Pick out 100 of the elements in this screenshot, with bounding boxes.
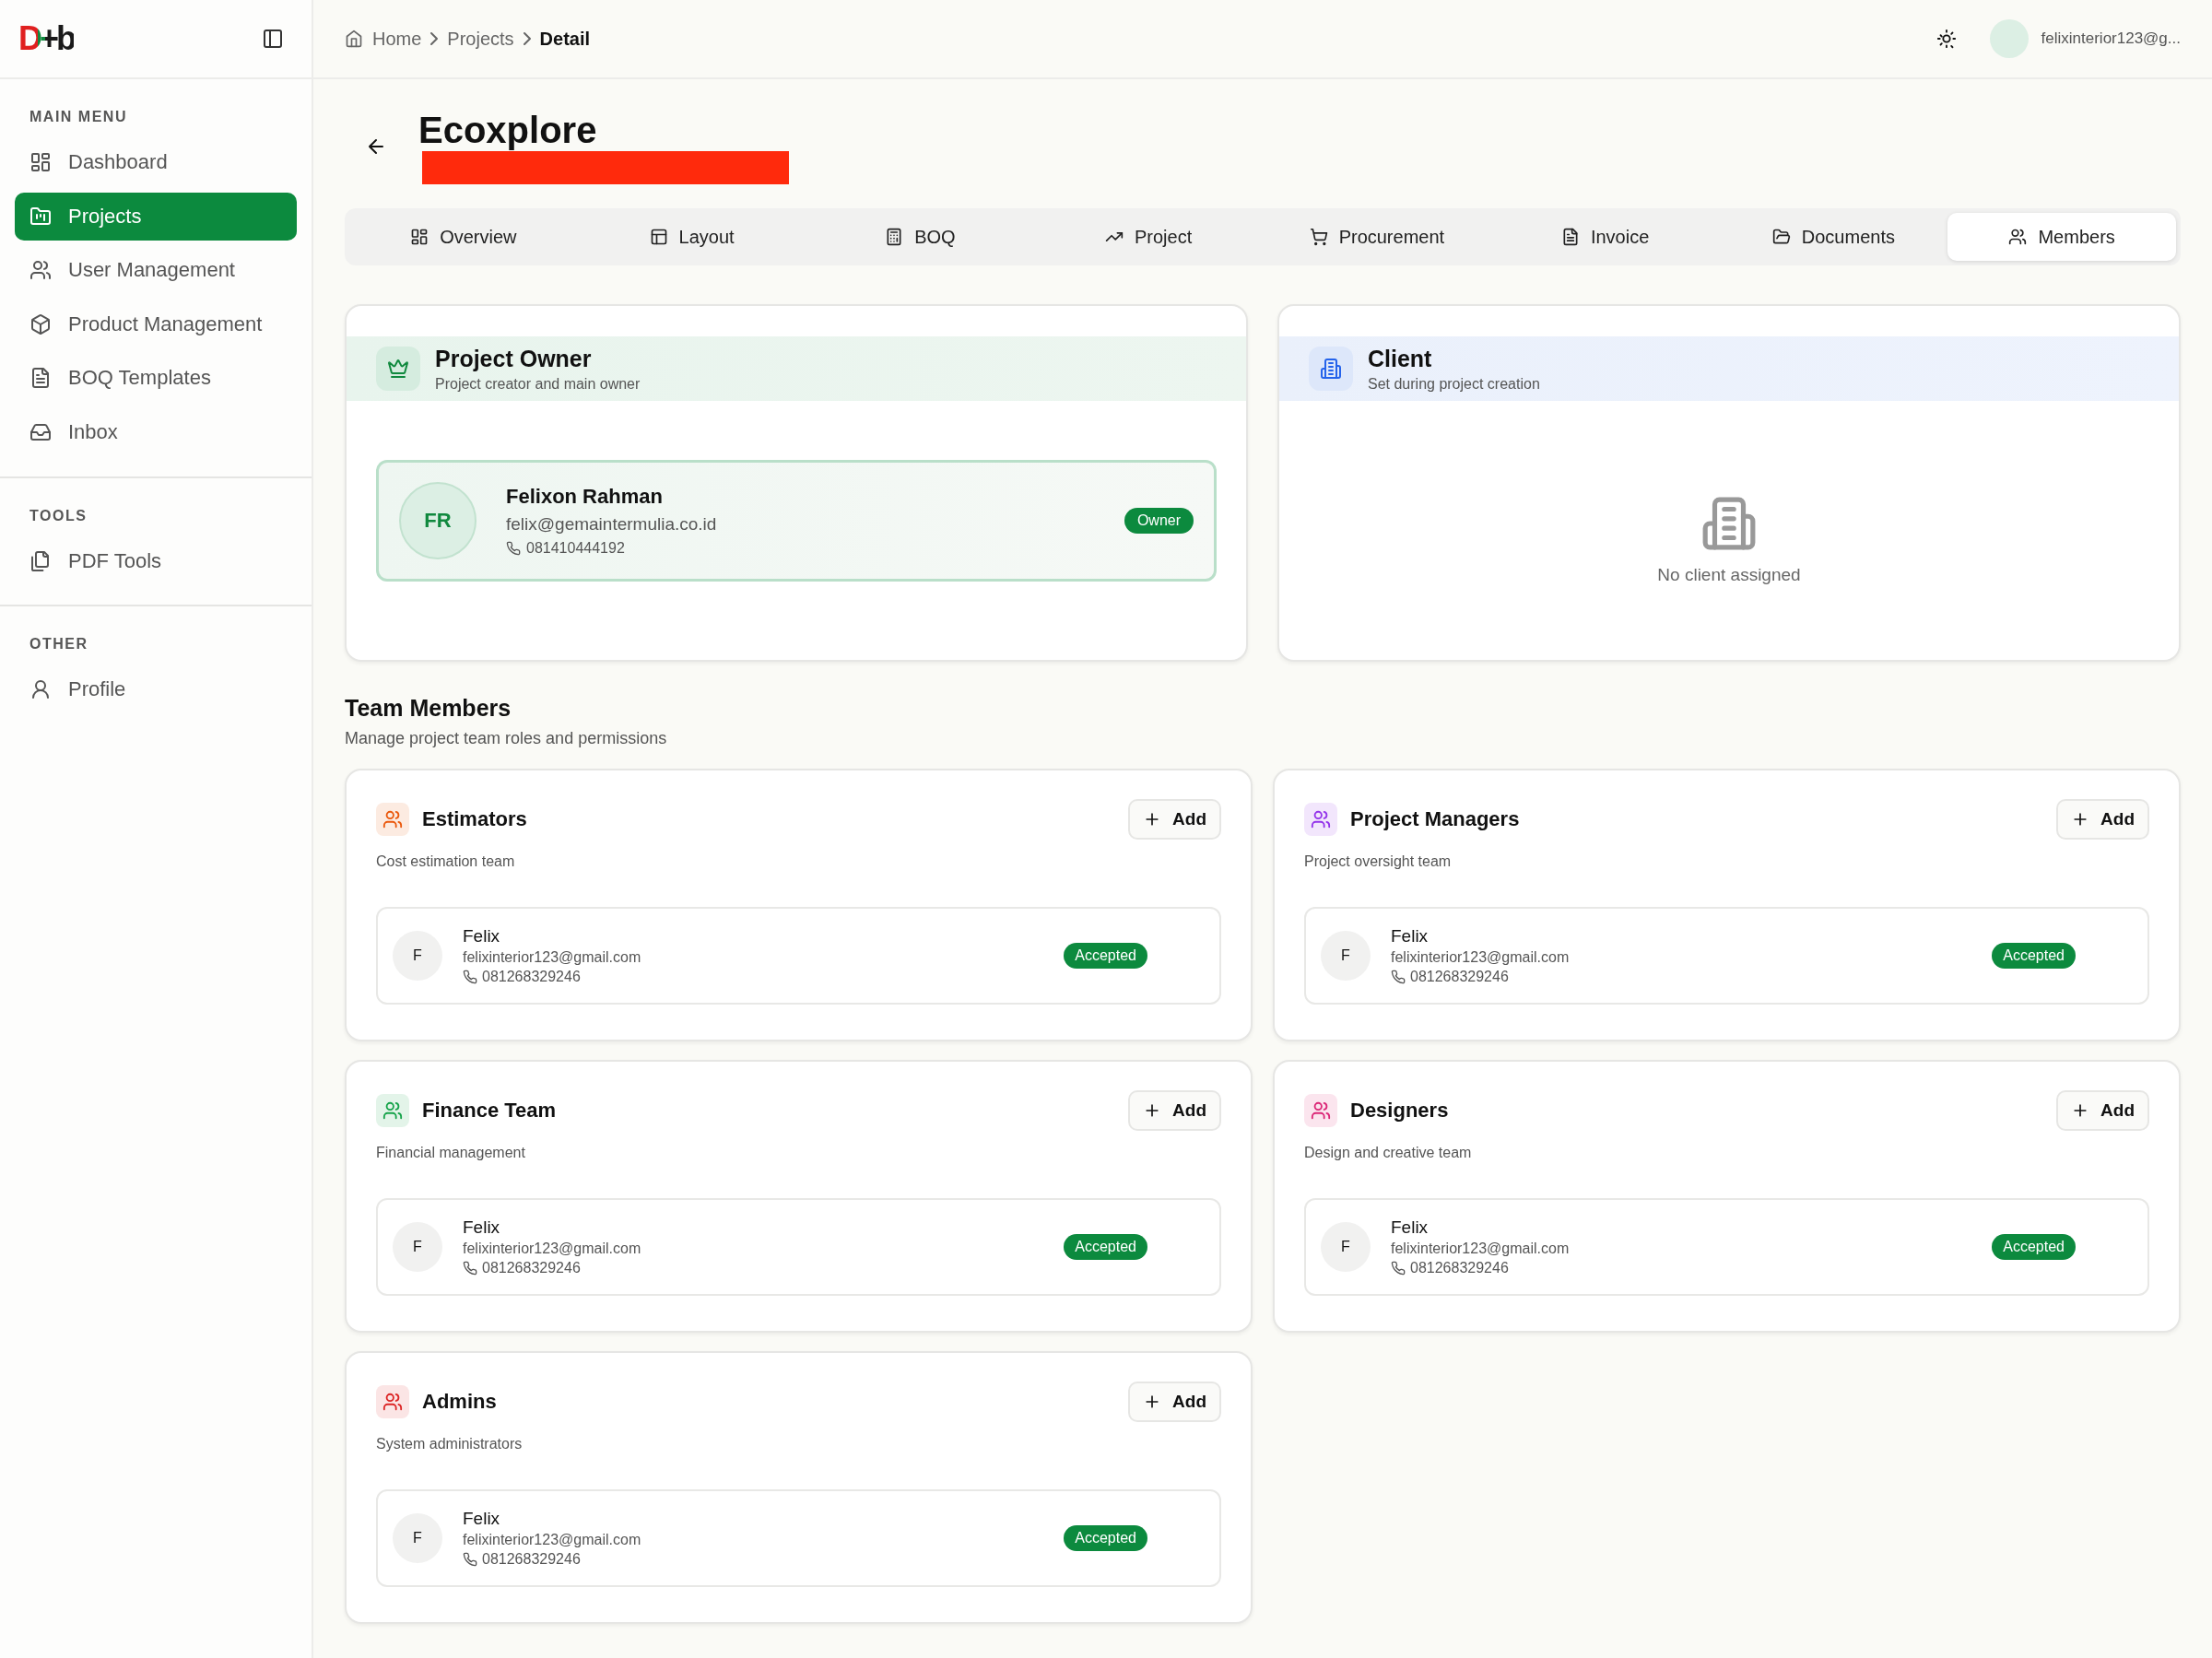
member-phone: 081268329246 <box>482 1260 581 1276</box>
avatar: F <box>393 1513 442 1563</box>
users-icon <box>29 259 52 282</box>
member-phone: 081268329246 <box>1410 1260 1509 1276</box>
users-icon <box>2008 228 2028 246</box>
folder-icon <box>29 205 52 228</box>
empty-message: No client assigned <box>1657 565 1801 585</box>
group-title: Admins <box>422 1390 497 1414</box>
chevron-icon <box>430 32 439 45</box>
member-phone: 081410444192 <box>526 540 625 557</box>
folder-icon <box>1771 228 1791 246</box>
member-name: Felix <box>1391 926 1430 947</box>
tab[interactable]: Members <box>1947 213 2176 261</box>
tab[interactable]: Invoice <box>1490 213 1720 261</box>
section-label: MAIN MENU <box>29 108 128 126</box>
chevron-icon <box>523 32 531 45</box>
sun-icon <box>1936 29 1957 49</box>
member-phone: 081268329246 <box>482 969 581 985</box>
member-email: felixinterior123@gmail.com <box>463 1241 641 1257</box>
sidebar-item[interactable]: Product Management <box>15 300 297 348</box>
tab[interactable]: Project <box>1034 213 1263 261</box>
group-title: Finance Team <box>422 1099 557 1123</box>
member-email: felixinterior123@gmail.com <box>463 1532 641 1548</box>
sidebar-item[interactable]: Inbox <box>15 407 297 456</box>
sidebar-item[interactable]: Projects <box>15 192 297 241</box>
layout-icon <box>649 228 668 246</box>
breadcrumb-link[interactable]: Projects <box>447 28 514 50</box>
phone-icon <box>463 1261 477 1276</box>
home-icon <box>345 29 363 48</box>
tab[interactable]: Layout <box>577 213 806 261</box>
user-email[interactable]: felixinterior123@g... <box>2041 29 2181 48</box>
avatar: F <box>393 931 442 981</box>
member-name: Felix <box>1391 1217 1430 1238</box>
avatar: FR <box>399 482 477 559</box>
sidebar-item[interactable]: User Management <box>15 246 297 295</box>
section-title: Team Members <box>345 695 512 722</box>
add-button[interactable]: Add <box>1128 1382 1221 1422</box>
building-icon <box>1700 495 1758 552</box>
building-drawing <box>1320 358 1342 380</box>
tab[interactable]: Procurement <box>1263 213 1491 261</box>
card-title: Client <box>1368 345 1433 372</box>
calculator-icon <box>885 228 904 246</box>
document-icon <box>29 367 52 390</box>
add-button[interactable]: Add <box>1128 799 1221 840</box>
package-icon <box>29 312 52 335</box>
add-button[interactable]: Add <box>1128 1090 1221 1131</box>
sidebar-item[interactable]: Dashboard <box>15 138 297 186</box>
section-subtitle: Manage project team roles and permissions <box>345 729 668 748</box>
member-phone: 081268329246 <box>1410 969 1509 985</box>
phone-icon <box>506 541 521 556</box>
group-title: Estimators <box>422 807 527 831</box>
tab[interactable]: Documents <box>1719 213 1948 261</box>
phone-icon <box>1391 970 1406 984</box>
card-subtitle: Set during project creation <box>1368 375 1540 393</box>
sidebar-item[interactable]: PDF Tools <box>15 536 297 585</box>
sidebar-item[interactable]: BOQ Templates <box>15 354 297 403</box>
status-badge: Accepted <box>1064 1525 1147 1551</box>
user-icon <box>29 678 52 701</box>
group-title: Project Managers <box>1350 807 1520 831</box>
section-label: OTHER <box>29 635 89 654</box>
breadcrumb-link[interactable]: Home <box>372 28 422 50</box>
sidebar-item[interactable]: Profile <box>15 665 297 714</box>
member-name: Felix <box>463 926 501 947</box>
member-name: Felixon Rahman <box>506 485 664 509</box>
phone-icon <box>463 1552 477 1567</box>
add-button[interactable]: Add <box>2056 1090 2149 1131</box>
group-description: Financial management <box>376 1145 526 1161</box>
status-badge: Accepted <box>1064 943 1147 969</box>
phone-icon <box>463 970 477 984</box>
section-label: TOOLS <box>29 506 88 525</box>
status-badge: Accepted <box>1992 943 2076 969</box>
group-description: Project oversight team <box>1304 853 1453 870</box>
avatar: F <box>1321 1222 1371 1272</box>
phone-icon <box>1391 1261 1406 1276</box>
cart-icon <box>1309 228 1328 246</box>
files-icon <box>29 549 52 572</box>
crown-drawing <box>387 358 409 380</box>
member-name: Felix <box>463 1217 501 1238</box>
sidebar-toggle-icon[interactable] <box>262 28 284 50</box>
group-description: System administrators <box>376 1436 524 1452</box>
group-description: Cost estimation team <box>376 853 516 870</box>
member-phone: 081268329246 <box>482 1551 581 1568</box>
card-subtitle: Project creator and main owner <box>435 375 641 393</box>
group-description: Design and creative team <box>1304 1145 1473 1161</box>
card-title: Project Owner <box>435 345 593 372</box>
group-title: Designers <box>1350 1099 1449 1123</box>
tab[interactable]: BOQ <box>806 213 1035 261</box>
member-email: felix@gemaintermulia.co.id <box>506 514 717 535</box>
status-badge: Accepted <box>1064 1234 1147 1260</box>
member-email: felixinterior123@gmail.com <box>1391 1241 1570 1257</box>
tab[interactable]: Overview <box>349 213 578 261</box>
avatar: F <box>1321 931 1371 981</box>
dashboard-icon <box>29 151 52 173</box>
grid-icon <box>410 228 429 246</box>
member-email: felixinterior123@gmail.com <box>1391 949 1570 966</box>
project-title: Ecoxplore <box>418 109 598 151</box>
avatar: F <box>393 1222 442 1272</box>
add-button[interactable]: Add <box>2056 799 2149 840</box>
member-email: felixinterior123@gmail.com <box>463 949 641 966</box>
role-badge: Owner <box>1124 508 1194 534</box>
